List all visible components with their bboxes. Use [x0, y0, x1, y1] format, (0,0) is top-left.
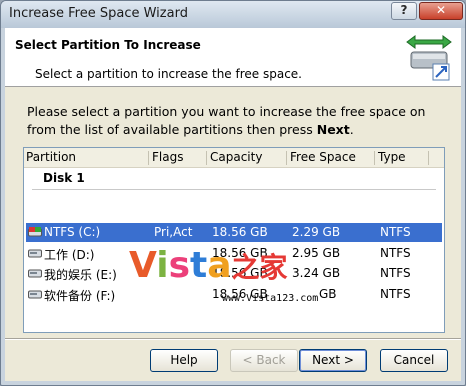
column-header-partition[interactable]: Partition [26, 150, 76, 164]
list-header: Partition Flags Capacity Free Space Type [24, 148, 444, 168]
system-drive-icon [28, 227, 42, 237]
partition-row-d[interactable]: 工作 (D:) 18.56 GB 2.95 GB NTFS [26, 244, 442, 263]
partition-free-space: 2.95 GB [292, 246, 341, 260]
partition-row-e[interactable]: 我的娱乐 (E:) 18.56 GB 3.24 GB NTFS [26, 264, 442, 283]
drive-icon [28, 249, 42, 258]
page-subtitle: Select a partition to increase the free … [35, 67, 302, 81]
column-header-type[interactable]: Type [378, 150, 406, 164]
partition-capacity: 18.56 GB [212, 266, 268, 280]
title-bar[interactable]: Increase Free Space Wizard ? ✕ [1, 1, 465, 28]
footer-divider [5, 338, 461, 340]
partition-type: NTFS [380, 225, 411, 239]
help-button[interactable]: Help [150, 349, 218, 372]
back-button[interactable]: < Back [230, 349, 298, 372]
group-divider [32, 189, 436, 190]
partition-name: 我的娱乐 (E:) [44, 268, 117, 282]
column-header-flags[interactable]: Flags [152, 150, 183, 164]
instructions-text: Please select a partition you want to in… [27, 104, 426, 137]
title-help-button[interactable]: ? [391, 2, 417, 20]
partition-flags: Pri,Act [154, 225, 193, 239]
disk-group-label: Disk 1 [43, 171, 85, 185]
partition-name: 软件备份 (F:) [44, 289, 116, 303]
wizard-window: Increase Free Space Wizard ? ✕ Select Pa… [0, 0, 466, 386]
partition-type: NTFS [380, 246, 411, 260]
wizard-header: Select Partition To Increase Select a pa… [5, 28, 461, 87]
wizard-client: Select Partition To Increase Select a pa… [5, 28, 461, 381]
partition-list[interactable]: Partition Flags Capacity Free Space Type… [23, 147, 445, 333]
partition-free-space: GB [319, 287, 337, 301]
cancel-button[interactable]: Cancel [380, 349, 448, 372]
drive-icon [28, 269, 42, 278]
disk-arrows-icon [406, 35, 452, 81]
next-button[interactable]: Next > [299, 349, 367, 372]
instructions-bold-next: Next [316, 122, 350, 137]
partition-capacity: 18.56 GB [212, 287, 268, 301]
partition-type: NTFS [380, 266, 411, 280]
partition-name: NTFS (C:) [44, 225, 101, 239]
partition-free-space: 3.24 GB [292, 266, 341, 280]
close-button[interactable]: ✕ [419, 2, 463, 20]
partition-capacity: 18.56 GB [212, 225, 268, 239]
partition-free-space: 2.29 GB [292, 225, 341, 239]
page-title: Select Partition To Increase [15, 38, 201, 52]
partition-row-c[interactable]: NTFS (C:) Pri,Act 18.56 GB 2.29 GB NTFS [26, 223, 442, 242]
partition-capacity: 18.56 GB [212, 246, 268, 260]
partition-row-f[interactable]: 软件备份 (F:) 18.56 GB GB NTFS [26, 285, 442, 304]
partition-type: NTFS [380, 287, 411, 301]
column-header-free-space[interactable]: Free Space [290, 150, 356, 164]
partition-name: 工作 (D:) [44, 248, 95, 262]
drive-icon [28, 290, 42, 299]
window-title: Increase Free Space Wizard [9, 6, 188, 21]
column-header-capacity[interactable]: Capacity [210, 150, 262, 164]
